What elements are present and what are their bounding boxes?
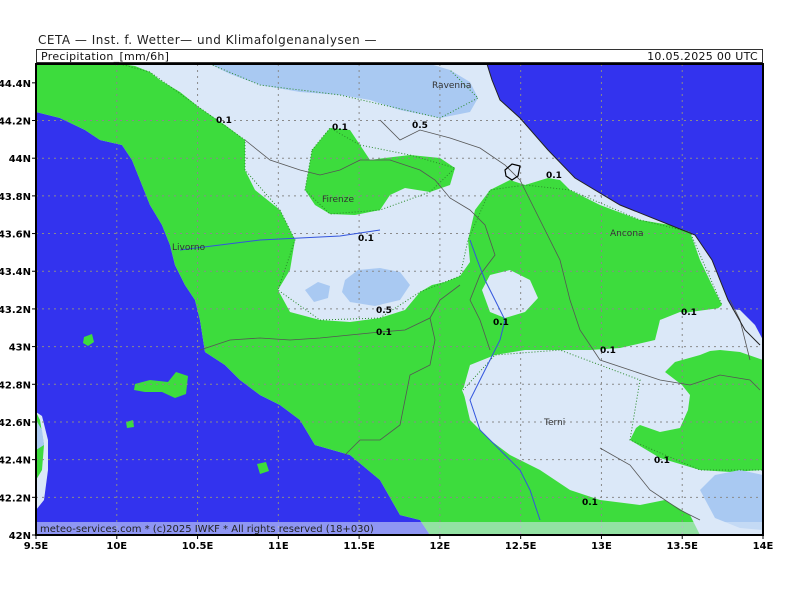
lat-tick-label: 44.2N — [0, 117, 31, 128]
city-label-ravenna: Ravenna — [432, 81, 471, 91]
contour-label: 0.1 — [216, 116, 232, 126]
lat-tick-label: 42.2N — [0, 493, 31, 504]
lon-tick-label: 12E — [430, 541, 451, 552]
lat-tick-label: 43N — [9, 343, 31, 354]
lat-tick-label: 43.6N — [0, 230, 31, 241]
lon-tick-label: 10E — [106, 541, 127, 552]
city-label-firenze: Firenze — [322, 195, 354, 205]
lat-tick-label: 42.4N — [0, 456, 31, 467]
contour-label: 0.1 — [654, 456, 670, 466]
contour-label: 0.5 — [376, 306, 392, 316]
lat-tick-label: 43.4N — [0, 267, 31, 278]
lat-tick-label: 44N — [9, 154, 31, 165]
lat-tick-label: 42.6N — [0, 418, 31, 429]
lon-axis: 9.5E 10E 10.5E 11E 11.5E 12E 12.5E 13E 13.5E 14E — [24, 535, 774, 552]
lon-tick-label: 10.5E — [182, 541, 214, 552]
city-label-ancona: Ancona — [610, 229, 644, 239]
contour-label: 0.1 — [600, 346, 616, 356]
lon-tick-label: 9.5E — [24, 541, 49, 552]
lon-tick-label: 13E — [591, 541, 612, 552]
contour-label: 0.1 — [582, 498, 598, 508]
city-label-livorno: Livorno — [172, 243, 206, 253]
contour-label: 0.1 — [546, 171, 562, 181]
city-label-terni: Terni — [543, 418, 565, 428]
contour-label: 0.5 — [412, 121, 428, 131]
lon-tick-label: 11E — [268, 541, 289, 552]
lon-tick-label: 13.5E — [666, 541, 698, 552]
lat-tick-label: 43.8N — [0, 192, 31, 203]
credit-text: meteo-services.com * (c)2025 IWKF * All … — [40, 524, 374, 535]
lon-tick-label: 12.5E — [505, 541, 537, 552]
lon-tick-label: 11.5E — [343, 541, 375, 552]
lat-tick-label: 43.2N — [0, 305, 31, 316]
contour-label: 0.1 — [332, 123, 348, 133]
contour-label: 0.1 — [376, 328, 392, 338]
lat-tick-label: 42.8N — [0, 380, 31, 391]
contour-label: 0.1 — [358, 234, 374, 244]
lon-tick-label: 14E — [753, 541, 774, 552]
contour-label: 0.1 — [681, 308, 697, 318]
contour-label: 0.1 — [493, 318, 509, 328]
map-layers: Ravenna Firenze Livorno Ancona Terni 0.1… — [36, 64, 763, 535]
lat-axis: 44.4N 44.2N 44N 43.8N 43.6N 43.4N 43.2N 43N 42.8… — [0, 79, 36, 542]
precipitation-map: Ravenna Firenze Livorno Ancona Terni 0.1… — [0, 63, 774, 552]
lat-tick-label: 44.4N — [0, 79, 31, 90]
